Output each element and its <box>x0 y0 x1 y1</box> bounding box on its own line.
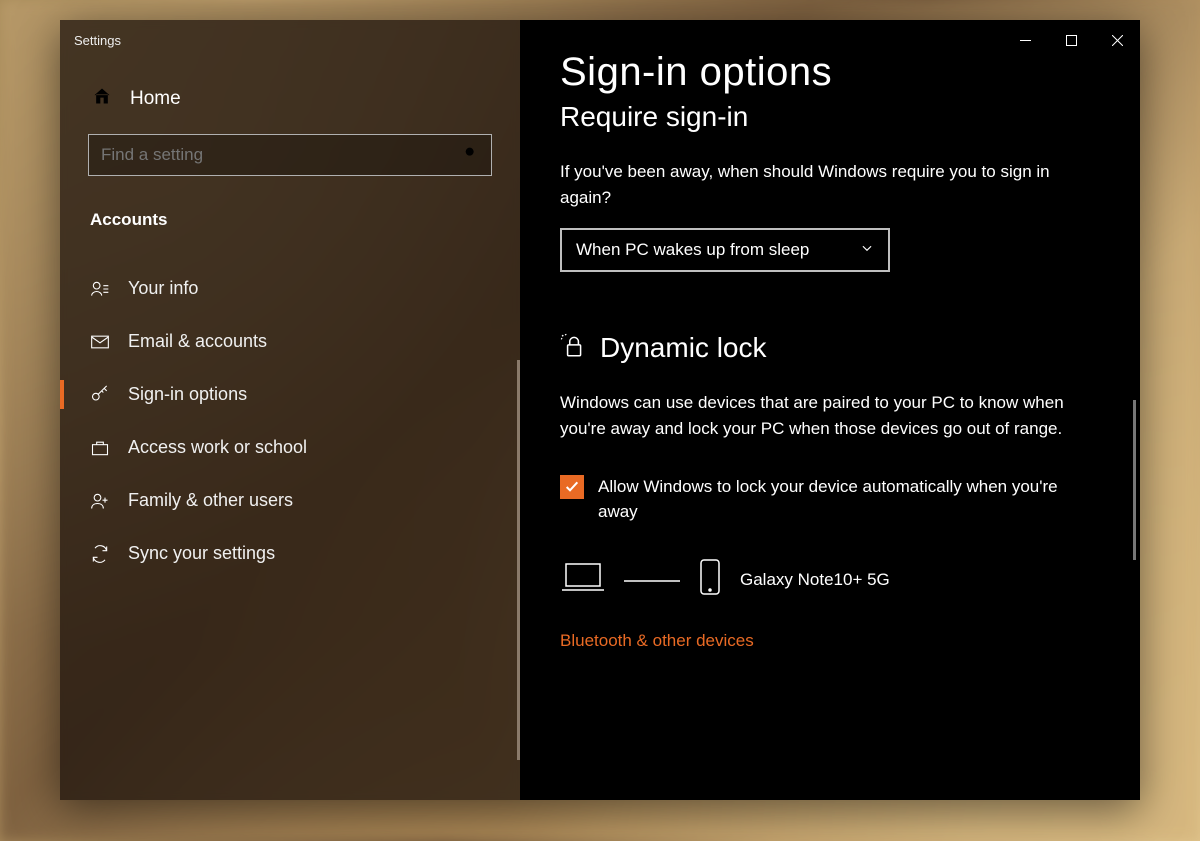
sidebar-item-email[interactable]: Email & accounts <box>60 315 520 368</box>
window-title: Settings <box>60 20 520 60</box>
home-icon <box>92 86 112 112</box>
sidebar-item-label: Family & other users <box>128 490 293 511</box>
search-icon <box>463 145 479 166</box>
checkbox-label: Allow Windows to lock your device automa… <box>598 475 1100 524</box>
content-pane: Sign-in options Require sign-in If you'v… <box>520 20 1140 800</box>
dynamic-lock-checkbox[interactable] <box>560 475 584 499</box>
paired-device-row: Galaxy Note10+ 5G <box>560 558 1100 601</box>
sidebar-item-label: Email & accounts <box>128 331 267 352</box>
maximize-button[interactable] <box>1048 20 1094 60</box>
require-signin-text: If you've been away, when should Windows… <box>560 159 1100 210</box>
dynamic-lock-heading: Dynamic lock <box>600 332 766 364</box>
search-field[interactable] <box>101 145 422 165</box>
chevron-down-icon <box>860 240 874 260</box>
sidebar-nav: Your info Email & accounts Sign-in optio… <box>60 262 520 580</box>
sidebar-item-label: Sign-in options <box>128 384 247 405</box>
connection-line-icon <box>624 570 680 590</box>
close-button[interactable] <box>1094 20 1140 60</box>
sidebar-item-family[interactable]: Family & other users <box>60 474 520 527</box>
dynamic-lock-icon <box>560 333 586 364</box>
home-label: Home <box>130 88 181 110</box>
settings-window: Settings Home Accounts Your info <box>60 20 1140 800</box>
dropdown-value: When PC wakes up from sleep <box>576 240 809 260</box>
bluetooth-link[interactable]: Bluetooth & other devices <box>560 631 754 651</box>
require-signin-dropdown[interactable]: When PC wakes up from sleep <box>560 228 890 272</box>
content-scrollbar[interactable] <box>1133 400 1136 560</box>
sidebar-item-label: Access work or school <box>128 437 307 458</box>
sidebar-item-label: Sync your settings <box>128 543 275 564</box>
sidebar-section-title: Accounts <box>60 176 520 240</box>
minimize-button[interactable] <box>1002 20 1048 60</box>
section-subheading: Require sign-in <box>560 101 1100 133</box>
sidebar-item-work-school[interactable]: Access work or school <box>60 421 520 474</box>
sidebar-item-signin-options[interactable]: Sign-in options <box>60 368 520 421</box>
home-button[interactable]: Home <box>60 60 520 130</box>
sidebar-item-your-info[interactable]: Your info <box>60 262 520 315</box>
phone-icon <box>698 558 722 601</box>
dynamic-lock-text: Windows can use devices that are paired … <box>560 390 1100 441</box>
sidebar-item-label: Your info <box>128 278 198 299</box>
paired-device-name: Galaxy Note10+ 5G <box>740 570 890 590</box>
laptop-icon <box>560 560 606 599</box>
sidebar: Settings Home Accounts Your info <box>60 20 520 800</box>
search-input[interactable] <box>88 134 492 176</box>
sidebar-item-sync[interactable]: Sync your settings <box>60 527 520 580</box>
